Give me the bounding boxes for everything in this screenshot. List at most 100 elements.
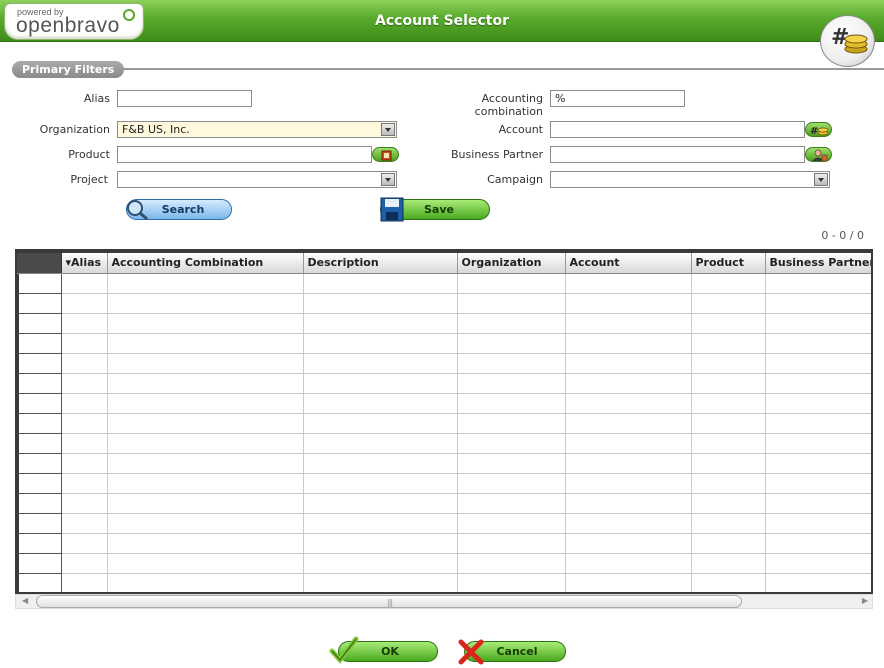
- grid-cell[interactable]: [303, 433, 458, 454]
- grid-cell[interactable]: [107, 513, 304, 534]
- grid-cell[interactable]: [691, 533, 766, 554]
- grid-cell[interactable]: [107, 393, 304, 414]
- grid-cell[interactable]: [457, 313, 566, 334]
- grid-cell[interactable]: [61, 413, 108, 434]
- grid-cell[interactable]: [565, 333, 692, 354]
- grid-cell[interactable]: [565, 533, 692, 554]
- grid-cell[interactable]: [303, 353, 458, 374]
- grid-cell[interactable]: [691, 473, 766, 494]
- grid-cell[interactable]: [303, 293, 458, 314]
- grid-cell[interactable]: [765, 533, 871, 554]
- table-row[interactable]: [17, 393, 871, 414]
- grid-cell[interactable]: [61, 553, 108, 574]
- column-header-alias[interactable]: ▾Alias: [61, 253, 108, 274]
- results-grid[interactable]: ▾Alias Accounting Combination Descriptio…: [15, 249, 873, 594]
- grid-cell[interactable]: [61, 353, 108, 374]
- grid-cell[interactable]: [765, 513, 871, 534]
- grid-cell[interactable]: [691, 353, 766, 374]
- column-header-business-partner[interactable]: Business Partner: [765, 253, 871, 274]
- grid-cell[interactable]: [691, 313, 766, 334]
- row-selector-cell[interactable]: [17, 533, 62, 554]
- grid-cell[interactable]: [303, 553, 458, 574]
- grid-cell[interactable]: [765, 473, 871, 494]
- row-selector-cell[interactable]: [17, 413, 62, 434]
- grid-cell[interactable]: [765, 273, 871, 294]
- grid-cell[interactable]: [107, 473, 304, 494]
- business-partner-icon[interactable]: [805, 147, 832, 162]
- grid-cell[interactable]: [691, 573, 766, 592]
- grid-cell[interactable]: [565, 493, 692, 514]
- grid-cell[interactable]: [457, 433, 566, 454]
- grid-cell[interactable]: [565, 433, 692, 454]
- column-header-product[interactable]: Product: [691, 253, 766, 274]
- grid-cell[interactable]: [457, 513, 566, 534]
- table-row[interactable]: [17, 573, 871, 592]
- account-selector-icon[interactable]: #: [805, 122, 832, 137]
- organization-select[interactable]: F&B US, Inc.: [117, 121, 397, 138]
- accounting-combination-input[interactable]: %: [550, 90, 685, 107]
- grid-cell[interactable]: [303, 313, 458, 334]
- grid-cell[interactable]: [303, 493, 458, 514]
- grid-cell[interactable]: [765, 293, 871, 314]
- grid-cell[interactable]: [107, 313, 304, 334]
- grid-cell[interactable]: [303, 453, 458, 474]
- grid-cell[interactable]: [565, 313, 692, 334]
- save-button[interactable]: Save: [380, 197, 490, 222]
- grid-cell[interactable]: [765, 353, 871, 374]
- grid-cell[interactable]: [107, 353, 304, 374]
- grid-cell[interactable]: [691, 453, 766, 474]
- table-row[interactable]: [17, 413, 871, 434]
- ok-button[interactable]: OK: [329, 636, 438, 664]
- grid-cell[interactable]: [107, 333, 304, 354]
- grid-cell[interactable]: [457, 473, 566, 494]
- scroll-left-icon[interactable]: ◀: [22, 596, 28, 605]
- chevron-down-icon[interactable]: [381, 173, 395, 186]
- project-select[interactable]: [117, 171, 397, 188]
- row-selector-cell[interactable]: [17, 353, 62, 374]
- column-header-accounting-combination[interactable]: Accounting Combination: [107, 253, 304, 274]
- product-selector-icon[interactable]: [372, 147, 399, 162]
- business-partner-input[interactable]: [550, 146, 805, 163]
- grid-cell[interactable]: [691, 413, 766, 434]
- grid-cell[interactable]: [565, 473, 692, 494]
- grid-cell[interactable]: [565, 393, 692, 414]
- grid-cell[interactable]: [303, 513, 458, 534]
- table-row[interactable]: [17, 313, 871, 334]
- row-selector-cell[interactable]: [17, 473, 62, 494]
- cancel-button[interactable]: Cancel: [458, 639, 566, 665]
- grid-cell[interactable]: [691, 373, 766, 394]
- grid-cell[interactable]: [765, 413, 871, 434]
- grid-cell[interactable]: [303, 573, 458, 592]
- row-selector-cell[interactable]: [17, 313, 62, 334]
- table-row[interactable]: [17, 293, 871, 314]
- primary-filters-tab[interactable]: Primary Filters: [12, 61, 125, 78]
- grid-cell[interactable]: [691, 333, 766, 354]
- account-input[interactable]: [550, 121, 805, 138]
- grid-cell[interactable]: [565, 573, 692, 592]
- grid-cell[interactable]: [61, 293, 108, 314]
- table-row[interactable]: [17, 513, 871, 534]
- column-header-account[interactable]: Account: [565, 253, 692, 274]
- row-selector-cell[interactable]: [17, 553, 62, 574]
- grid-cell[interactable]: [457, 533, 566, 554]
- grid-cell[interactable]: [303, 473, 458, 494]
- search-button[interactable]: Search: [126, 199, 232, 221]
- grid-cell[interactable]: [61, 433, 108, 454]
- grid-cell[interactable]: [457, 413, 566, 434]
- grid-cell[interactable]: [107, 373, 304, 394]
- product-input[interactable]: [117, 146, 372, 163]
- grid-cell[interactable]: [457, 573, 566, 592]
- row-selector-cell[interactable]: [17, 373, 62, 394]
- grid-cell[interactable]: [107, 553, 304, 574]
- grid-cell[interactable]: [691, 513, 766, 534]
- grid-cell[interactable]: [107, 293, 304, 314]
- table-row[interactable]: [17, 433, 871, 454]
- alias-input[interactable]: [117, 90, 252, 107]
- row-selector-cell[interactable]: [17, 333, 62, 354]
- row-selector-cell[interactable]: [17, 293, 62, 314]
- grid-cell[interactable]: [61, 533, 108, 554]
- grid-cell[interactable]: [765, 453, 871, 474]
- grid-cell[interactable]: [765, 373, 871, 394]
- grid-cell[interactable]: [61, 493, 108, 514]
- grid-cell[interactable]: [107, 413, 304, 434]
